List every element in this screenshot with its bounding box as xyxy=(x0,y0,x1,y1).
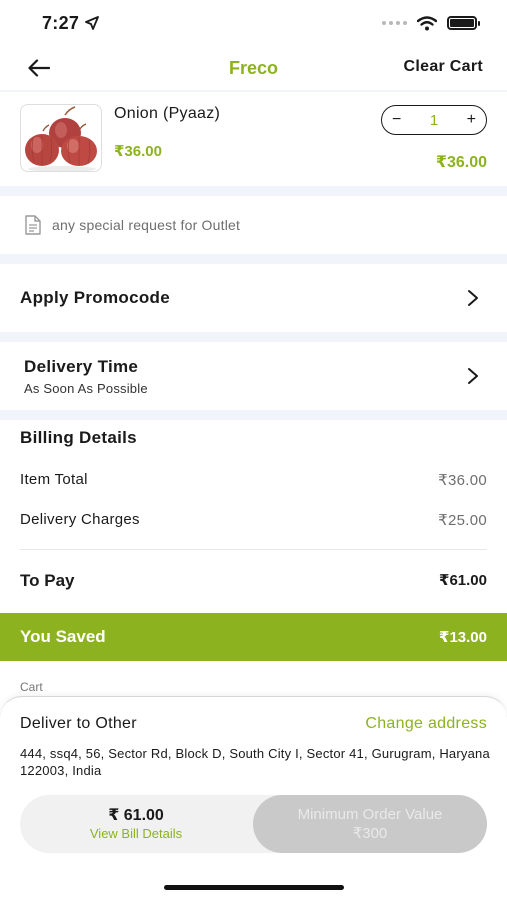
note-icon xyxy=(25,215,41,235)
view-bill-details-link[interactable]: View Bill Details xyxy=(72,826,200,841)
page-title: Freco xyxy=(228,57,279,78)
status-time: 7:27 xyxy=(42,12,100,34)
savings-value: ₹13.00 xyxy=(439,629,487,646)
change-address-link[interactable]: Change address xyxy=(365,715,487,733)
section-divider xyxy=(0,332,507,342)
chevron-right-icon xyxy=(468,290,478,306)
quantity-value: 1 xyxy=(429,111,439,129)
apply-promocode-row[interactable]: Apply Promocode xyxy=(0,264,507,332)
delivery-time-row[interactable]: Delivery Time As Soon As Possible xyxy=(0,342,507,410)
to-pay-value: ₹61.00 xyxy=(439,572,487,589)
delivery-charges-value: ₹25.00 xyxy=(438,512,487,529)
quantity-stepper: − 1 + xyxy=(381,105,487,135)
product-name: Onion (Pyaaz) xyxy=(114,105,221,122)
min-order-value: ₹300 xyxy=(352,825,388,842)
special-request-field[interactable]: any special request for Outlet xyxy=(0,196,507,254)
item-total-value: ₹36.00 xyxy=(438,472,487,489)
line-total: ₹36.00 xyxy=(435,154,487,171)
status-bar: 7:27 xyxy=(0,0,507,46)
special-request-placeholder: any special request for Outlet xyxy=(52,217,241,233)
back-button[interactable] xyxy=(24,54,54,82)
delivery-address: 444, ssq4, 56, Sector Rd, Block D, South… xyxy=(20,746,490,778)
checkout-amount: ₹ 61.00 xyxy=(108,807,164,824)
delivery-time-text: Delivery Time As Soon As Possible xyxy=(20,357,148,396)
billing-separator xyxy=(20,549,487,550)
section-divider xyxy=(0,186,507,196)
status-time-text: 7:27 xyxy=(42,12,80,33)
delivery-charges-label: Delivery Charges xyxy=(20,511,140,528)
to-pay-label: To Pay xyxy=(20,571,75,590)
delivery-charges-line: Delivery Charges ₹25.00 xyxy=(20,511,487,529)
item-total-label: Item Total xyxy=(20,471,88,488)
decrement-button[interactable]: − xyxy=(392,111,401,129)
min-order-label: Minimum Order Value xyxy=(297,806,443,823)
cart-label: Cart xyxy=(20,680,43,694)
onion-image xyxy=(25,106,97,171)
checkout-bar: ₹ 61.00 View Bill Details Minimum Order … xyxy=(20,795,487,853)
checkout-sheet: Deliver to Other Change address 444, ssq… xyxy=(0,696,507,900)
billing-title: Billing Details xyxy=(20,428,137,447)
delivery-address-title: Deliver to Other xyxy=(20,715,137,732)
cart-item: Onion (Pyaaz) ₹36.00 − 1 + ₹36.00 xyxy=(0,92,507,186)
savings-label: You Saved xyxy=(20,627,106,646)
location-arrow-icon xyxy=(85,16,100,30)
delivery-time-value: As Soon As Possible xyxy=(24,380,148,396)
status-indicators xyxy=(382,15,480,31)
product-image xyxy=(20,104,102,172)
wifi-icon xyxy=(417,15,437,30)
battery-icon xyxy=(447,16,480,30)
savings-banner: You Saved ₹13.00 xyxy=(0,613,507,661)
promocode-label: Apply Promocode xyxy=(20,288,170,307)
delivery-time-label: Delivery Time xyxy=(24,356,139,376)
to-pay-line: To Pay ₹61.00 xyxy=(20,571,487,591)
clear-cart-button[interactable]: Clear Cart xyxy=(404,58,483,76)
product-unit-price: ₹36.00 xyxy=(114,143,162,160)
item-total-line: Item Total ₹36.00 xyxy=(20,471,487,489)
app-header: Freco Clear Cart xyxy=(0,46,507,90)
section-divider xyxy=(0,410,507,420)
chevron-right-icon xyxy=(468,368,478,384)
place-order-button-disabled[interactable]: Minimum Order Value ₹300 xyxy=(253,795,487,853)
section-divider xyxy=(0,254,507,264)
arrow-left-icon xyxy=(28,59,50,77)
cellular-signal-icon xyxy=(382,21,407,25)
home-indicator[interactable] xyxy=(164,885,344,890)
increment-button[interactable]: + xyxy=(467,111,476,129)
